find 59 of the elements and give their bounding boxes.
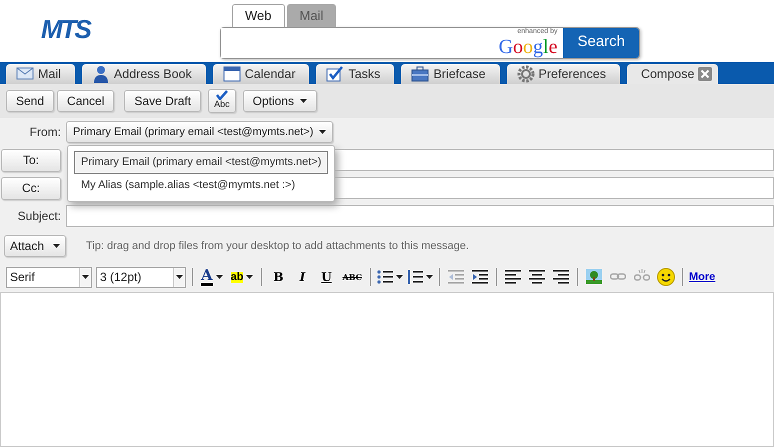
format-button[interactable]: ABC: [340, 267, 364, 287]
gear-icon: [516, 65, 535, 83]
toolbar-button[interactable]: Cancel: [57, 90, 114, 112]
app-tab[interactable]: Compose: [626, 64, 718, 84]
logo: MTS: [41, 14, 90, 45]
align-right-icon: [552, 269, 569, 285]
caret-icon: [82, 275, 89, 279]
toolbar-button[interactable]: Send: [6, 90, 54, 112]
attach-button[interactable]: Attach: [4, 235, 66, 257]
format-button[interactable]: B: [268, 267, 288, 287]
numbered-list-icon: [406, 269, 423, 285]
person-icon: [92, 65, 110, 83]
to-button[interactable]: To:: [1, 148, 61, 172]
caret-icon: [176, 275, 183, 279]
tip-text: Tip: drag and drop files from your desktop to add attachments to this message.: [86, 238, 469, 254]
caret-icon: [426, 275, 433, 279]
dropdown-option[interactable]: Primary Email (primary email <test@mymts.net>): [74, 151, 328, 174]
cc-button[interactable]: Cc:: [1, 176, 61, 200]
caret-icon: [319, 130, 326, 134]
briefcase-icon: [411, 65, 430, 83]
smiley-icon: [656, 268, 675, 286]
size-select[interactable]: 3 (12pt): [96, 266, 186, 288]
app-tab[interactable]: Mail: [6, 64, 75, 84]
format-button[interactable]: ab: [228, 267, 256, 287]
app-tab[interactable]: Calendar: [212, 64, 310, 84]
spellcheck-button[interactable]: Abc: [208, 89, 236, 113]
bulleted-list-icon: [376, 269, 393, 285]
field-label: Subject:: [16, 208, 62, 225]
format-button[interactable]: U: [316, 267, 336, 287]
dropdown-option[interactable]: My Alias (sample.alias <test@mymts.net :>): [74, 174, 328, 196]
search-button[interactable]: Search: [563, 28, 639, 58]
search-tab[interactable]: Web: [232, 4, 284, 26]
align-center-icon: [528, 269, 545, 285]
caret-icon: [396, 275, 403, 279]
format-button[interactable]: A: [199, 267, 225, 287]
more-link[interactable]: More: [688, 268, 716, 286]
toolbar-button[interactable]: Save Draft: [124, 90, 202, 112]
caret-icon: [216, 275, 223, 279]
image-icon: [586, 269, 602, 285]
options-button[interactable]: Options: [242, 90, 317, 112]
font-select[interactable]: Serif: [6, 266, 92, 288]
check-icon: [216, 90, 228, 100]
outdent-icon: [448, 269, 464, 285]
caret-icon: [300, 99, 307, 103]
app-tab[interactable]: Preferences: [506, 64, 620, 84]
align-left-icon: [504, 269, 521, 285]
subject-field[interactable]: [66, 205, 774, 227]
from-select[interactable]: Primary Email (primary email <test@mymts.net>): [66, 121, 334, 143]
calendar-icon: [222, 65, 241, 83]
format-button[interactable]: I: [292, 267, 312, 287]
app-tab[interactable]: Tasks: [316, 64, 394, 84]
app-tab[interactable]: Briefcase: [401, 64, 500, 84]
caret-icon: [246, 275, 254, 279]
caret-icon: [53, 244, 60, 248]
field-label: From:: [28, 124, 62, 141]
checkbox-icon: [326, 65, 344, 83]
brand-name: Google: [498, 36, 558, 58]
app-tab[interactable]: Address Book: [82, 64, 206, 84]
indent-icon: [472, 269, 488, 285]
